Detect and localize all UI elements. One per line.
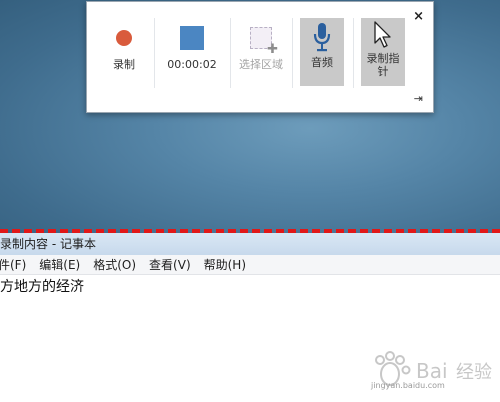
toolbar-divider [230,18,231,88]
select-area-button[interactable]: ✚ 选择区域 [233,18,289,90]
select-area-label: 选择区域 [239,58,283,71]
menu-view[interactable]: 查看(V) [149,255,191,275]
toolbar-divider [353,18,354,88]
menu-help[interactable]: 帮助(H) [204,255,246,275]
window-title: 录制内容 - 记事本 [0,237,96,251]
record-pointer-button[interactable]: 录制指针 [361,18,405,86]
record-button[interactable]: 录制 [101,18,147,90]
menu-format[interactable]: 格式(O) [93,255,136,275]
record-label: 录制 [113,58,135,71]
recording-toolbar: 录制 00:00:02 ✚ 选择区域 音频 录制指针 × ⇥ [86,1,434,113]
timer-label: 00:00:02 [167,58,217,71]
menu-edit[interactable]: 编辑(E) [39,255,80,275]
menu-bar: 件(F) 编辑(E) 格式(O) 查看(V) 帮助(H) [0,255,500,275]
pin-icon[interactable]: ⇥ [414,92,423,105]
toolbar-divider [292,18,293,88]
stop-icon [180,26,204,50]
record-icon [116,30,132,46]
watermark-url: jingyan.baidu.com [371,381,445,390]
svg-text:Bai: Bai [416,359,448,383]
microphone-icon [313,23,331,52]
document-text: 方地方的经济 [0,279,84,295]
record-pointer-label: 录制指针 [366,52,400,78]
audio-label: 音频 [311,56,333,69]
audio-button[interactable]: 音频 [300,18,344,86]
menu-file[interactable]: 件(F) [0,255,26,275]
svg-text:经验: 经验 [456,362,492,383]
toolbar-divider [154,18,155,88]
cursor-icon [374,21,391,48]
close-icon[interactable]: × [413,10,424,23]
select-area-icon: ✚ [250,27,278,56]
notepad-title-bar: 录制内容 - 记事本 [0,233,500,255]
stop-button[interactable]: 00:00:02 [161,18,223,90]
